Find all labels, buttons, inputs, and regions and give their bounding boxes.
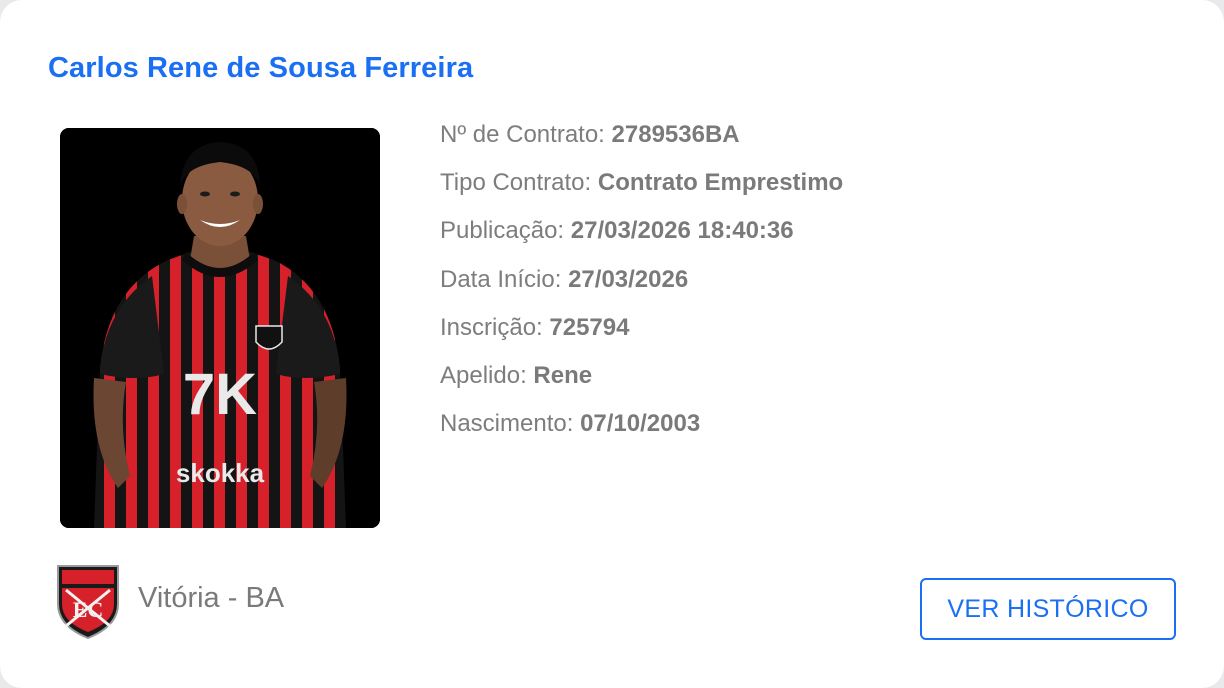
detail-value: 07/10/2003 [580,410,701,438]
detail-value: Contrato Emprestimo [597,169,844,197]
detail-birth-date: Nascimento: 07/10/2003 [440,407,843,455]
detail-registration: Inscrição: 725794 [440,311,843,359]
detail-nickname: Apelido: Rene [440,359,843,407]
detail-publication: Publicação: 27/03/2026 18:40:36 [440,214,843,262]
detail-label: Inscrição: [440,313,543,341]
player-photo-illustration: 7K skokka [60,128,380,528]
detail-label: Tipo Contrato: [440,169,592,197]
detail-label: Nascimento: [440,410,574,438]
view-history-button[interactable]: VER HISTÓRICO [920,578,1176,640]
detail-value: 27/03/2026 18:40:36 [570,217,794,245]
contract-details: Nº de Contrato: 2789536BA Tipo Contrato:… [440,118,843,455]
club-info: EC Vitória - BA [54,560,284,640]
detail-value: 725794 [549,313,630,341]
detail-label: Data Início: [440,265,562,293]
detail-value: 2789536BA [611,121,740,148]
svg-text:EC: EC [73,597,104,622]
svg-text:7K: 7K [183,362,257,427]
player-name: Carlos Rene de Sousa Ferreira [48,52,474,84]
detail-contract-number: Nº de Contrato: 2789536BA [440,118,843,166]
vitoria-crest-icon: EC [57,565,119,640]
detail-start-date: Data Início: 27/03/2026 [440,263,843,311]
club-name: Vitória - BA [138,581,285,614]
detail-value: Rene [533,361,593,389]
player-photo: 7K skokka [60,128,380,528]
detail-label: Nº de Contrato: [440,121,605,148]
detail-label: Apelido: [440,361,527,389]
svg-text:skokka: skokka [176,458,265,488]
detail-value: 27/03/2026 [568,265,689,293]
player-card: Carlos Rene de Sousa Ferreira 7K skokka … [0,0,1224,688]
detail-contract-type: Tipo Contrato: Contrato Emprestimo [440,166,843,214]
detail-label: Publicação: [440,217,565,245]
